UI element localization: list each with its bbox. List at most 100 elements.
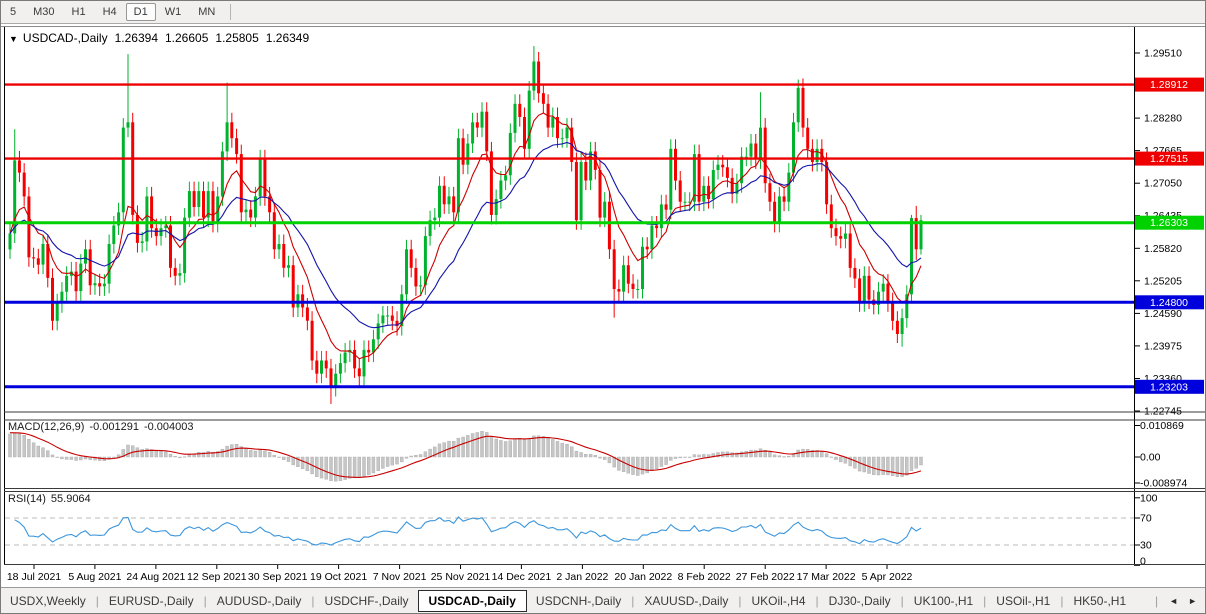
macd-histogram-bar xyxy=(560,442,564,458)
chart-tab-usdcnh[interactable]: USDCNH-,Daily xyxy=(527,591,630,611)
macd-signal-value: -0.004003 xyxy=(143,421,194,433)
macd-histogram-bar xyxy=(853,456,857,469)
chart-tab-ukoil[interactable]: UKOil-,H4 xyxy=(743,591,815,611)
level-price-badge-label: 1.26303 xyxy=(1150,217,1188,229)
level-price-badge-label: 1.28912 xyxy=(1150,79,1188,91)
tabs-scroll-right-icon[interactable]: ► xyxy=(1188,596,1197,606)
macd-histogram-bar xyxy=(688,456,692,458)
macd-histogram-bar xyxy=(437,443,442,458)
candle-bear xyxy=(655,225,659,229)
timeframe-button-m30[interactable]: M30 xyxy=(25,3,62,21)
candle-bull xyxy=(711,170,715,200)
timeframe-button-h1[interactable]: H1 xyxy=(64,3,94,21)
timeframe-button-5[interactable]: 5 xyxy=(2,3,24,21)
macd-histogram-bar xyxy=(230,444,234,458)
rsi-axis-label: 70 xyxy=(1140,513,1152,525)
price-tick-label: 1.24590 xyxy=(1144,308,1182,320)
macd-histogram-bar xyxy=(248,450,253,458)
timeframe-button-h4[interactable]: H4 xyxy=(95,3,125,21)
candle-bear xyxy=(452,196,456,213)
candle-bear xyxy=(282,244,286,268)
macd-histogram-bar xyxy=(546,438,550,458)
candle-bear xyxy=(51,277,54,321)
rsi-axis-label: 0 xyxy=(1140,556,1146,568)
macd-histogram-bar xyxy=(777,455,782,458)
macd-histogram-bar xyxy=(352,456,357,479)
macd-histogram-bar xyxy=(607,456,612,464)
candle-bear xyxy=(678,180,682,202)
price-tick-label: 1.28280 xyxy=(1144,113,1182,125)
chart-tab-usdchf[interactable]: USDCHF-,Daily xyxy=(316,591,418,611)
macd-histogram-bar xyxy=(461,436,465,458)
macd-histogram-bar xyxy=(739,451,744,458)
date-tick-label[interactable]: 12 Sep 2021 xyxy=(187,571,247,583)
date-tick-label[interactable]: 7 Nov 2021 xyxy=(373,571,427,583)
date-tick-label[interactable]: 8 Feb 2022 xyxy=(678,571,731,583)
timeframe-button-d1[interactable]: D1 xyxy=(125,3,156,21)
macd-histogram-bar xyxy=(338,456,343,481)
date-tick-label[interactable]: 19 Oct 2021 xyxy=(310,571,367,583)
chart-tab-xauusd[interactable]: XAUUSD-,Daily xyxy=(635,591,737,611)
chart-background xyxy=(1,25,1205,589)
candle-bear xyxy=(230,122,234,139)
macd-histogram-bar xyxy=(772,454,777,458)
candle-bear xyxy=(409,249,413,268)
candle-bear xyxy=(730,177,734,194)
macd-histogram-bar xyxy=(319,456,324,479)
macd-histogram-bar xyxy=(881,456,885,475)
date-tick-label[interactable]: 30 Sep 2021 xyxy=(248,571,308,583)
candle-bull xyxy=(843,233,847,239)
timeframe-toolbar: 5 M30 H1 H4 D1 W1 MN xyxy=(1,1,1205,24)
date-tick-label[interactable]: 27 Feb 2022 xyxy=(736,571,795,583)
chart-open-value: 1.26394 xyxy=(114,31,158,45)
candle-bull xyxy=(815,148,819,162)
candle-bear xyxy=(574,162,578,221)
chart-canvas[interactable]: 1.295101.282801.276651.270501.264351.258… xyxy=(1,1,1206,614)
candle-bull xyxy=(187,191,191,218)
date-tick-label[interactable]: 25 Nov 2021 xyxy=(431,571,491,583)
date-tick-label[interactable]: 20 Jan 2022 xyxy=(614,571,672,583)
macd-histogram-bar xyxy=(418,454,423,458)
timeframe-button-mn[interactable]: MN xyxy=(190,3,223,21)
chart-tab-uk100[interactable]: UK100-,H1 xyxy=(905,591,982,611)
macd-histogram-bar xyxy=(36,445,40,458)
macd-histogram-bar xyxy=(300,456,305,470)
macd-histogram-bar xyxy=(135,447,140,458)
chart-tab-hk50[interactable]: HK50-,H1 xyxy=(1064,591,1135,611)
macd-histogram-bar xyxy=(905,456,909,476)
date-tick-label[interactable]: 18 Jul 2021 xyxy=(7,571,61,583)
date-tick-label[interactable]: 14 Dec 2021 xyxy=(492,571,552,583)
macd-histogram-bar xyxy=(503,441,508,458)
candle-bull xyxy=(579,162,583,221)
chart-tab-audusd[interactable]: AUDUSD-,Daily xyxy=(208,591,311,611)
candle-bull xyxy=(900,318,904,334)
date-tick-label[interactable]: 2 Jan 2022 xyxy=(556,571,608,583)
date-tick-label[interactable]: 17 Mar 2022 xyxy=(797,571,856,583)
timeframe-button-w1[interactable]: W1 xyxy=(157,3,190,21)
candle-bull xyxy=(466,143,470,165)
macd-histogram-bar xyxy=(480,431,484,458)
candle-bull xyxy=(225,122,229,152)
candle-bear xyxy=(867,275,871,300)
date-tick-label[interactable]: 24 Aug 2021 xyxy=(126,571,185,583)
macd-histogram-bar xyxy=(348,456,352,479)
macd-histogram-bar xyxy=(536,435,541,458)
chart-menu-dropdown-icon[interactable]: ▼ xyxy=(9,34,18,44)
macd-histogram-bar xyxy=(603,456,607,460)
chart-tab-dj30[interactable]: DJ30-,Daily xyxy=(820,591,900,611)
level-price-badge-label: 1.23203 xyxy=(1150,381,1188,393)
macd-histogram-bar xyxy=(69,456,74,460)
date-tick-label[interactable]: 5 Aug 2021 xyxy=(68,571,121,583)
chart-tab-usoil[interactable]: USOil-,H1 xyxy=(987,591,1059,611)
candle-bear xyxy=(721,164,725,168)
chart-tab-eurusd[interactable]: EURUSD-,Daily xyxy=(100,591,203,611)
candle-bull xyxy=(551,117,555,128)
chart-tab-usdx[interactable]: USDX,Weekly xyxy=(1,591,95,611)
macd-histogram-bar xyxy=(489,436,494,458)
chart-tab-usdcad[interactable]: USDCAD-,Daily xyxy=(417,589,527,612)
tabs-scroll-left-icon[interactable]: ◄ xyxy=(1169,596,1178,606)
macd-histogram-bar xyxy=(244,448,248,458)
candle-bull xyxy=(84,249,87,264)
candle-bull xyxy=(362,349,366,377)
date-tick-label[interactable]: 5 Apr 2022 xyxy=(862,571,913,583)
